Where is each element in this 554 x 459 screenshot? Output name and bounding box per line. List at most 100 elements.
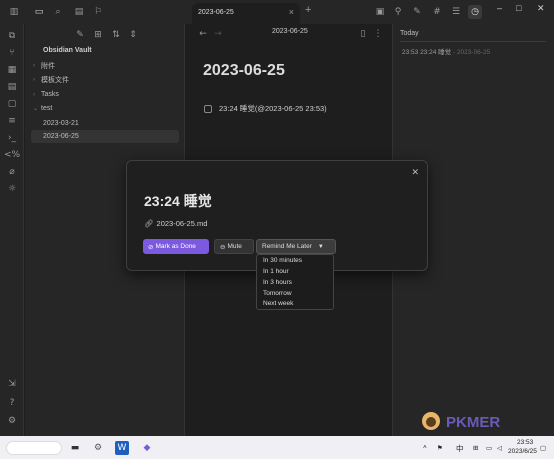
mute-label: Mute — [227, 243, 242, 250]
tab-close-icon[interactable]: × — [289, 7, 294, 17]
remind-options-dropdown: In 30 minutes In 1 hour In 3 hours Tomor… — [256, 254, 334, 310]
tab-2023-06-25[interactable]: 2023-06-25 × — [192, 3, 300, 24]
chevron-right-icon: › — [33, 62, 35, 69]
terminal-icon[interactable]: ›_ — [4, 130, 20, 146]
task-item: 23:24 睡觉(@2023-06-25 23:53) — [204, 103, 327, 114]
new-tab-button[interactable]: + — [305, 4, 311, 16]
title-bar: ▥ ▭ ⌕ ▤ ⚐ 2023-06-25 × + ▣ ⚲ ✎ # ☰ ◷ – □… — [0, 0, 554, 24]
settings-app-icon[interactable]: ⚙ — [91, 441, 105, 455]
close-window-button[interactable]: ✕ — [537, 3, 545, 14]
reminder-entry[interactable]: 23:53 23:24 睡觉 - 2023-06-25 — [402, 46, 490, 56]
pkmer-brand: PKMER — [446, 414, 500, 431]
obsidian-window: ▥ ▭ ⌕ ▤ ⚐ 2023-06-25 × + ▣ ⚲ ✎ # ☰ ◷ – □… — [0, 0, 554, 436]
link-icon: 🔗︎ — [144, 219, 154, 228]
help-icon[interactable]: ? — [4, 395, 20, 411]
minus-circle-icon: ⊖ — [220, 243, 226, 251]
tag-icon[interactable]: # — [430, 5, 444, 19]
close-icon[interactable]: ✕ — [411, 167, 419, 178]
ime-mode-icon[interactable]: ⊞ — [473, 444, 478, 452]
clock-icon[interactable]: ◷ — [468, 5, 482, 19]
reminder-entry-date: - 2023-06-25 — [452, 49, 491, 56]
reading-view-icon[interactable]: ▯ — [356, 27, 370, 41]
minimize-button[interactable]: – — [497, 3, 502, 13]
option-1-hour[interactable]: In 1 hour — [263, 268, 289, 275]
obsidian-icon[interactable]: ◆ — [140, 441, 154, 455]
layout-icon[interactable]: ▣ — [373, 5, 387, 19]
clock-date[interactable]: 2023/6/25 — [508, 448, 537, 455]
task-checkbox[interactable] — [204, 104, 212, 113]
calendar-icon[interactable]: ▤ — [4, 79, 20, 95]
pkmer-logo-icon: PKMER — [422, 412, 500, 431]
folder-templates[interactable]: › 模板文件 — [33, 73, 69, 86]
file-2023-03-21[interactable]: 2023-03-21 — [43, 117, 79, 130]
open-vault-icon[interactable]: ⧉ — [4, 28, 20, 44]
command-palette-icon[interactable]: ≡ — [4, 113, 20, 129]
document-title: 2023-06-25 — [203, 62, 285, 79]
graph-icon[interactable]: ⑂ — [4, 45, 20, 61]
remind-label: Remind Me Later — [262, 243, 312, 250]
folder-label: 模板文件 — [41, 76, 69, 84]
folder-label: test — [41, 105, 53, 112]
file-link[interactable]: 🔗︎ 2023-06-25.md — [144, 219, 207, 228]
tray-chevron-icon[interactable]: ˄ — [423, 444, 427, 451]
option-next-week[interactable]: Next week — [263, 300, 293, 307]
canvas-icon[interactable]: ▦ — [4, 62, 20, 78]
chevron-down-icon: ⌄ — [33, 106, 39, 112]
option-30-minutes[interactable]: In 30 minutes — [263, 257, 302, 264]
new-folder-icon[interactable]: ⊞ — [91, 28, 105, 42]
file-2023-06-25[interactable]: 2023-06-25 — [31, 130, 179, 143]
outline-icon[interactable]: ▤ — [72, 5, 86, 19]
sort-icon[interactable]: ⇅ — [109, 28, 123, 42]
folder-attachments[interactable]: › 附件 — [33, 59, 55, 72]
vault-switch-icon[interactable]: ⇲ — [4, 376, 20, 392]
network-icon[interactable]: ▭ — [486, 444, 492, 452]
clock-time[interactable]: 23:53 — [517, 439, 533, 446]
file-label: 2023-06-25 — [43, 133, 79, 140]
notification-icon[interactable]: ▢ — [540, 444, 546, 452]
bookmark-icon[interactable]: ⚐ — [91, 5, 105, 19]
volume-icon[interactable]: ◁ — [497, 444, 502, 452]
mark-as-done-label: Mark as Done — [155, 243, 196, 250]
option-3-hours[interactable]: In 3 hours — [263, 279, 292, 286]
back-arrow-icon[interactable]: ← — [196, 27, 210, 41]
task-view-icon[interactable]: ▬ — [68, 441, 82, 455]
option-tomorrow[interactable]: Tomorrow — [263, 290, 292, 297]
list-icon[interactable]: ☰ — [449, 5, 463, 19]
editor-header-title[interactable]: 2023-06-25 — [272, 28, 308, 35]
security-icon[interactable]: ⚑ — [437, 444, 443, 452]
ime-indicator[interactable]: 中 — [456, 443, 464, 454]
code-icon[interactable]: <% — [4, 147, 20, 163]
pin-icon[interactable]: ⚲ — [391, 5, 405, 19]
divider — [400, 41, 546, 42]
templates-icon[interactable]: ▢ — [4, 96, 20, 112]
sidebar-toggle-icon[interactable]: ▥ — [7, 5, 21, 19]
more-options-icon[interactable]: ⋮ — [371, 27, 385, 41]
folder-test[interactable]: ⌄ test — [33, 102, 52, 115]
reminder-entry-text: 23:53 23:24 睡觉 — [402, 49, 452, 56]
mark-as-done-button[interactable]: ⊘ Mark as Done — [143, 239, 209, 254]
mute-button[interactable]: ⊖ Mute — [214, 239, 254, 254]
reminder-title: 23:24 睡觉 — [144, 193, 212, 209]
chevron-right-icon: › — [33, 91, 35, 98]
pen-icon[interactable]: ✎ — [410, 5, 424, 19]
settings-icon[interactable]: ⚙ — [4, 413, 20, 429]
file-label: 2023-03-21 — [43, 120, 79, 127]
collapse-all-icon[interactable]: ⇕ — [126, 28, 140, 42]
forward-arrow-icon[interactable]: → — [211, 27, 225, 41]
today-heading: Today — [400, 30, 419, 37]
vault-name[interactable]: Obsidian Vault — [43, 44, 92, 57]
thermometer-icon[interactable]: ⌀ — [4, 164, 20, 180]
word-icon[interactable]: W — [115, 441, 129, 455]
check-circle-icon: ⊘ — [148, 243, 154, 251]
new-note-icon[interactable]: ✎ — [73, 28, 87, 42]
files-icon[interactable]: ▭ — [32, 5, 46, 19]
taskbar-search[interactable] — [6, 441, 62, 455]
caret-down-icon: ▼ — [317, 243, 324, 250]
maximize-button[interactable]: □ — [516, 3, 521, 13]
pkmer-watermark: PKMER — [418, 410, 552, 432]
bulb-icon[interactable]: ☼ — [4, 181, 20, 197]
taskbar: ▬ ⚙ W ◆ ˄ ⚑ 中 ⊞ ▭ ◁ 23:53 2023/6/25 ▢ — [0, 436, 554, 459]
search-icon[interactable]: ⌕ — [51, 5, 65, 19]
remind-me-later-select[interactable]: Remind Me Later ▼ — [256, 239, 336, 254]
folder-tasks[interactable]: › Tasks — [33, 88, 59, 101]
